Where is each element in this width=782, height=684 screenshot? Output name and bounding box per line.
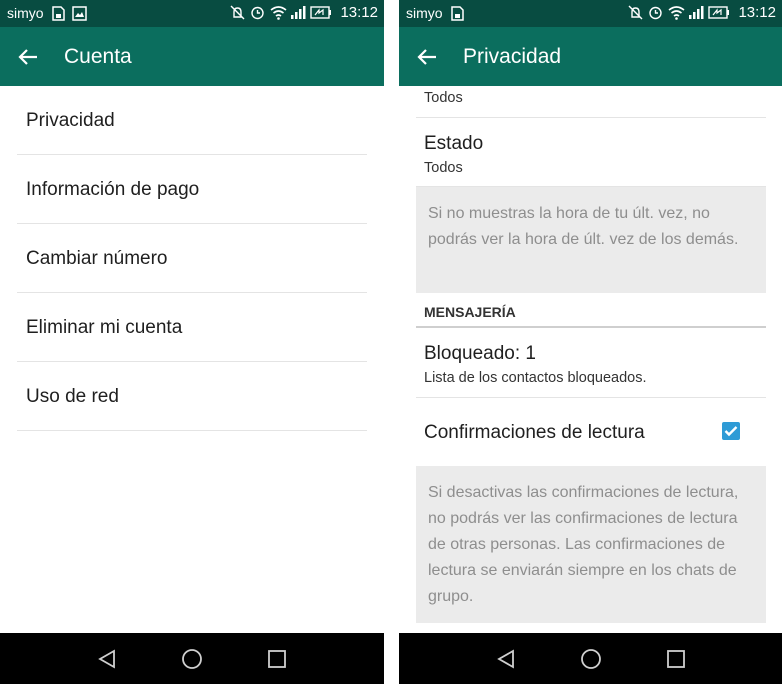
arrow-back-icon bbox=[417, 49, 436, 65]
image-icon bbox=[72, 6, 87, 21]
notification-icons bbox=[52, 6, 87, 21]
silent-icon bbox=[230, 5, 245, 20]
app-bar: Privacidad bbox=[399, 27, 782, 86]
menu-item-label: Cambiar número bbox=[26, 248, 168, 269]
carrier-name: simyo bbox=[406, 5, 443, 21]
pref-confirmaciones-de-lectura[interactable]: Confirmaciones de lectura bbox=[416, 398, 766, 466]
checkmark-icon bbox=[724, 426, 738, 437]
nav-home-icon bbox=[581, 649, 601, 669]
alarm-icon bbox=[250, 5, 265, 20]
status-bar: simyo 13:12 bbox=[0, 0, 384, 27]
nav-back-icon bbox=[497, 649, 514, 669]
clock: 13:12 bbox=[340, 4, 378, 21]
pref-value: Todos bbox=[424, 160, 463, 176]
battery-icon bbox=[310, 5, 332, 20]
wifi-icon bbox=[668, 5, 685, 20]
nav-recents-icon bbox=[268, 650, 286, 668]
carrier-name: simyo bbox=[7, 5, 44, 21]
menu-item-label: Eliminar mi cuenta bbox=[26, 317, 183, 338]
status-bar: simyo 13:12 bbox=[399, 0, 782, 27]
nav-back-button[interactable] bbox=[494, 647, 518, 671]
pref-title: Bloqueado: 1 bbox=[424, 343, 536, 364]
menu-item-label: Información de pago bbox=[26, 179, 200, 200]
clock: 13:12 bbox=[738, 4, 776, 21]
signal-icon bbox=[688, 5, 704, 20]
section-label: MENSAJERÍA bbox=[424, 304, 516, 320]
right-phone-screen: simyo 13:12 Privacidad Todos Estado Todo… bbox=[399, 0, 782, 684]
nav-recents-icon bbox=[667, 650, 685, 668]
nav-recents-button[interactable] bbox=[265, 647, 289, 671]
system-icons: 13:12 bbox=[230, 4, 378, 21]
battery-icon bbox=[708, 5, 730, 20]
wifi-icon bbox=[270, 5, 287, 20]
info-text: Si desactivas las confirmaciones de lect… bbox=[428, 484, 739, 605]
pref-title: Confirmaciones de lectura bbox=[424, 422, 645, 443]
pref-bloqueado[interactable]: Bloqueado: 1 Lista de los contactos bloq… bbox=[416, 328, 766, 398]
navigation-bar bbox=[399, 633, 782, 684]
nav-home-button[interactable] bbox=[180, 647, 204, 671]
system-icons: 13:12 bbox=[628, 4, 776, 21]
back-button[interactable] bbox=[14, 44, 42, 70]
menu-item-cambiar-numero[interactable]: Cambiar número bbox=[17, 224, 367, 293]
back-button[interactable] bbox=[413, 44, 441, 70]
menu-item-label: Uso de red bbox=[26, 386, 119, 407]
nav-home-button[interactable] bbox=[579, 647, 603, 671]
silent-icon bbox=[628, 5, 643, 20]
nav-back-button[interactable] bbox=[95, 647, 119, 671]
nav-back-icon bbox=[98, 649, 115, 669]
pref-estado[interactable]: Estado Todos bbox=[416, 118, 766, 187]
pref-value: Todos bbox=[424, 90, 463, 106]
left-phone-screen: simyo 13:12 Cuenta Privacidad Informació… bbox=[0, 0, 384, 684]
privacy-settings: Todos Estado Todos Si no muestras la hor… bbox=[399, 86, 782, 633]
menu-item-label: Privacidad bbox=[26, 110, 115, 131]
sim-card-icon bbox=[52, 6, 67, 21]
section-header-mensajeria: MENSAJERÍA bbox=[416, 295, 766, 328]
info-text: Si no muestras la hora de tu últ. vez, n… bbox=[428, 205, 739, 248]
menu-item-informacion-de-pago[interactable]: Información de pago bbox=[17, 155, 367, 224]
last-seen-info-box: Si no muestras la hora de tu últ. vez, n… bbox=[416, 187, 766, 293]
menu-item-uso-de-red[interactable]: Uso de red bbox=[17, 362, 367, 431]
signal-icon bbox=[290, 5, 306, 20]
pref-partial[interactable]: Todos bbox=[416, 86, 766, 118]
read-receipts-checkbox[interactable] bbox=[722, 422, 740, 440]
page-title: Privacidad bbox=[463, 45, 562, 68]
notification-icons bbox=[451, 6, 466, 21]
nav-home-icon bbox=[182, 649, 202, 669]
menu-item-eliminar-mi-cuenta[interactable]: Eliminar mi cuenta bbox=[17, 293, 367, 362]
sim-card-icon bbox=[451, 6, 466, 21]
settings-list: Privacidad Información de pago Cambiar n… bbox=[0, 86, 384, 633]
pref-title: Estado bbox=[424, 133, 484, 154]
navigation-bar bbox=[0, 633, 384, 684]
nav-recents-button[interactable] bbox=[664, 647, 688, 671]
menu-item-privacidad[interactable]: Privacidad bbox=[17, 86, 367, 155]
arrow-back-icon bbox=[18, 49, 37, 65]
alarm-icon bbox=[648, 5, 663, 20]
screenshot-divider bbox=[384, 0, 399, 684]
pref-summary: Lista de los contactos bloqueados. bbox=[424, 370, 647, 386]
read-receipts-info-box: Si desactivas las confirmaciones de lect… bbox=[416, 466, 766, 623]
app-bar: Cuenta bbox=[0, 27, 384, 86]
page-title: Cuenta bbox=[64, 45, 132, 68]
